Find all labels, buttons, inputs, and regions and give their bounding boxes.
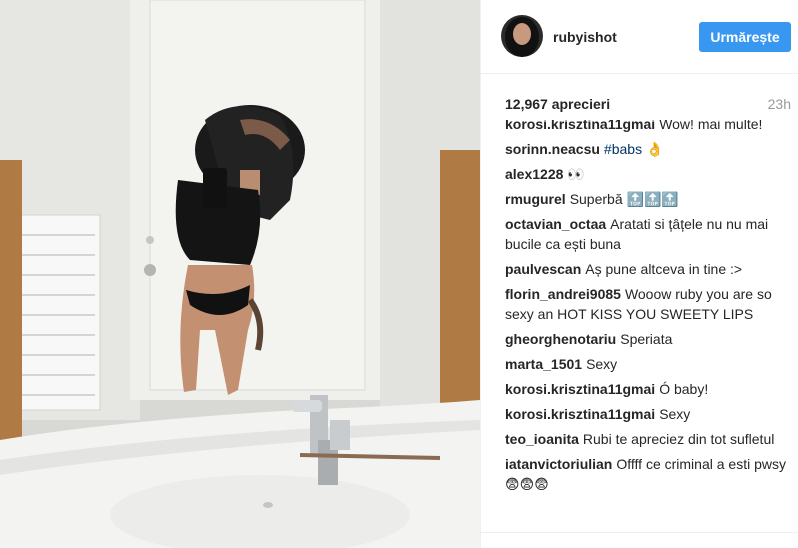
comment-username[interactable]: teo_ioanita bbox=[505, 431, 579, 447]
avatar-face bbox=[513, 23, 531, 45]
comment-item: florin_andrei9085 Wooow ruby you are so s… bbox=[505, 284, 791, 324]
follow-button[interactable]: Urmărește bbox=[699, 22, 791, 52]
comment-item: alex1228 👀 bbox=[505, 164, 791, 184]
comment-text: 👌 bbox=[642, 141, 664, 157]
comment-item: paulvescan Aș pune altceva in tine :> bbox=[505, 259, 791, 279]
post-panel: rubyishot Urmărește 12,967 aprecieri 23h… bbox=[480, 0, 798, 548]
divider bbox=[481, 532, 798, 533]
comment-text: Ó baby! bbox=[659, 381, 709, 397]
comment-username[interactable]: rmugurel bbox=[505, 191, 566, 207]
comment-text: Sexy bbox=[586, 356, 618, 372]
comment-username[interactable]: korosi.krisztina11gmai bbox=[505, 381, 655, 397]
comment-text: Wow! mai multe! bbox=[659, 120, 763, 132]
comment-username[interactable]: octavian_octaa bbox=[505, 216, 606, 232]
comment-item: sorinn.neacsu #babs 👌 bbox=[505, 139, 791, 159]
comment-item: korosi.krisztina11gmai Wow! mai multe! bbox=[505, 120, 791, 134]
post-meta: 12,967 aprecieri 23h bbox=[505, 96, 791, 116]
username-link[interactable]: rubyishot bbox=[553, 29, 617, 45]
comment-text: 👀 bbox=[567, 166, 585, 182]
post-time[interactable]: 23h bbox=[768, 96, 791, 112]
comment-text: Speriata bbox=[620, 331, 673, 347]
comment-username[interactable]: iatanvictoriulian bbox=[505, 456, 612, 472]
avatar[interactable] bbox=[501, 15, 543, 57]
post-header: rubyishot Urmărește bbox=[481, 0, 798, 74]
comments-list[interactable]: korosi.krisztina11gmai Wow! mai multe! sor… bbox=[505, 120, 791, 530]
comment-item: korosi.krisztina11gmai Sexy bbox=[505, 404, 791, 424]
comment-text: Superbă 🔝🔝🔝 bbox=[569, 191, 679, 207]
hashtag-link[interactable]: #babs bbox=[604, 141, 642, 157]
comment-text: Sexy bbox=[659, 406, 691, 422]
comment-item: octavian_octaa Aratati si țâțele nu nu ma… bbox=[505, 214, 791, 254]
comment-item: gheorghenotariu Speriata bbox=[505, 329, 791, 349]
comment-username[interactable]: sorinn.neacsu bbox=[505, 141, 600, 157]
comment-item: iatanvictoriulian Offff ce criminal a est… bbox=[505, 454, 791, 494]
post-photo[interactable] bbox=[0, 0, 480, 548]
comment-username[interactable]: paulvescan bbox=[505, 261, 581, 277]
comments-inner: korosi.krisztina11gmai Wow! mai multe! sor… bbox=[505, 120, 791, 499]
comment-item: rmugurel Superbă 🔝🔝🔝 bbox=[505, 189, 791, 209]
comment-item: teo_ioanita Rubi te apreciez din tot sufl… bbox=[505, 429, 791, 449]
comment-text: Aș pune altceva in tine :> bbox=[585, 261, 743, 277]
comment-username[interactable]: marta_1501 bbox=[505, 356, 582, 372]
mirror-selfie-image bbox=[0, 0, 480, 548]
comment-username[interactable]: korosi.krisztina11gmai bbox=[505, 406, 655, 422]
comment-username[interactable]: gheorghenotariu bbox=[505, 331, 616, 347]
comment-item: korosi.krisztina11gmai Ó baby! bbox=[505, 379, 791, 399]
comment-text: Rubi te apreciez din tot sufletul bbox=[582, 431, 775, 447]
comment-username[interactable]: korosi.krisztina11gmai bbox=[505, 120, 655, 132]
comment-username[interactable]: florin_andrei9085 bbox=[505, 286, 621, 302]
comment-username[interactable]: alex1228 bbox=[505, 166, 563, 182]
likes-count[interactable]: 12,967 aprecieri bbox=[505, 96, 610, 112]
comment-item: marta_1501 Sexy bbox=[505, 354, 791, 374]
